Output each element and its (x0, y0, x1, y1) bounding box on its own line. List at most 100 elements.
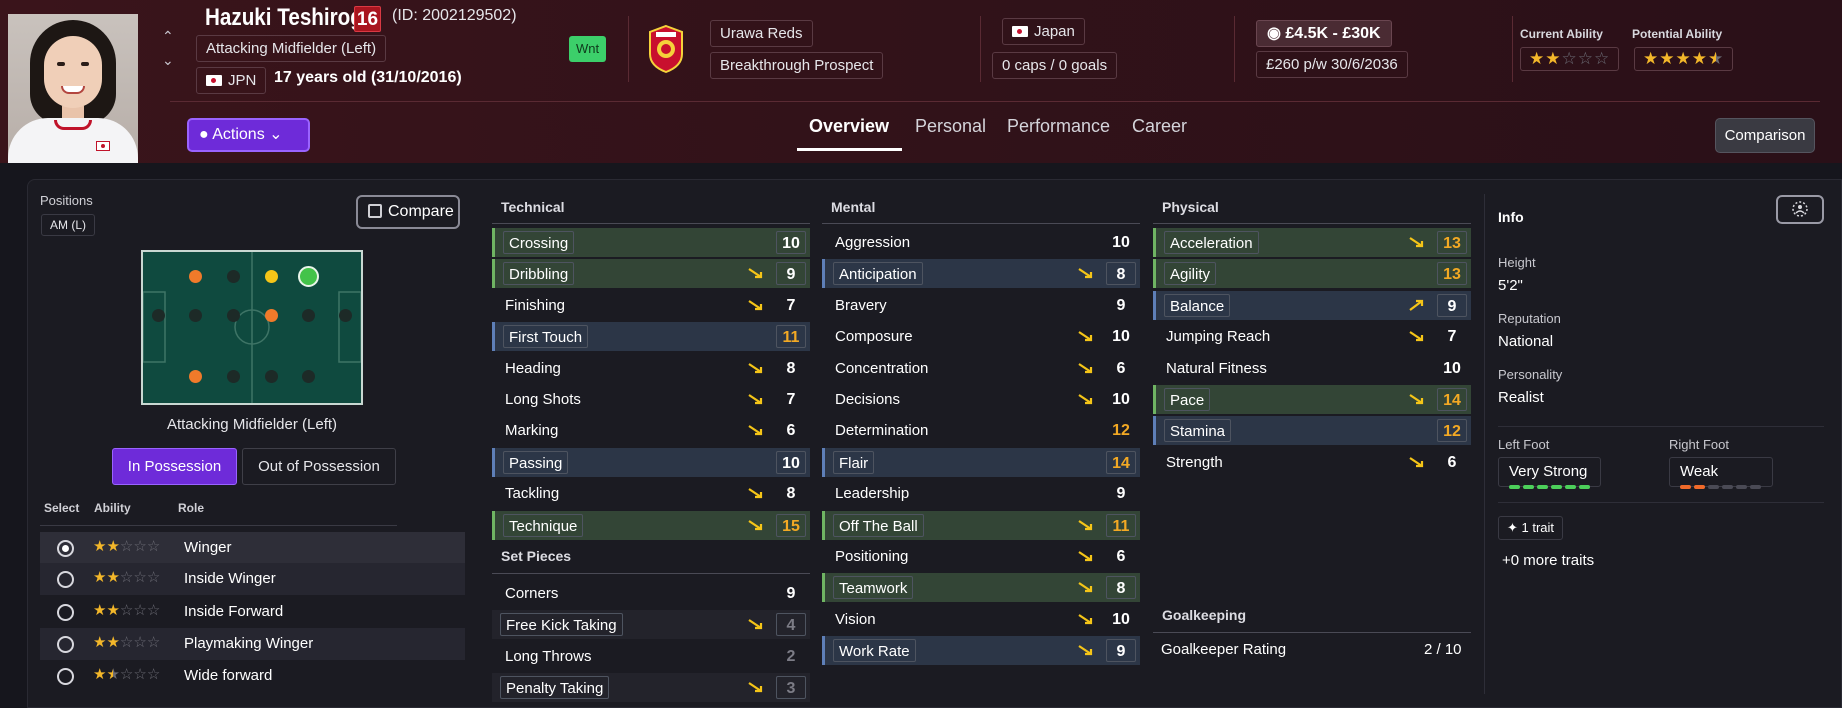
attribute-name: Determination (835, 422, 929, 440)
attribute-row[interactable]: Corners 9 (492, 579, 810, 608)
tab-performance[interactable]: Performance (1007, 116, 1110, 137)
attribute-row[interactable]: Acceleration 13 (1153, 228, 1471, 257)
comparison-button[interactable]: Comparison (1715, 118, 1815, 153)
role-row[interactable]: ★★☆☆☆ Wide forward (40, 660, 465, 692)
attribute-row[interactable]: Penalty Taking 3 (492, 673, 810, 703)
role-radio[interactable] (57, 604, 74, 621)
attribute-row[interactable]: Free Kick Taking 4 (492, 610, 810, 640)
role-name: Inside Winger (184, 570, 276, 587)
club-link[interactable]: Urawa Reds (710, 20, 813, 47)
attribute-name: Decisions (835, 391, 901, 408)
role-radio[interactable] (57, 636, 74, 653)
position-dot[interactable] (227, 270, 240, 283)
role-radio[interactable] (57, 571, 74, 588)
wage-box: £260 p/w 30/6/2036 (1256, 51, 1408, 78)
position-dot[interactable] (227, 370, 240, 383)
attribute-row[interactable]: Positioning 6 (822, 542, 1140, 571)
attribute-row[interactable]: Composure 10 (822, 322, 1140, 351)
position-dot[interactable] (152, 309, 165, 322)
position-dot[interactable] (265, 370, 278, 383)
role-ability-stars: ★★☆☆☆ (93, 538, 161, 555)
attribute-row[interactable]: Natural Fitness 10 (1153, 354, 1471, 383)
role-row[interactable]: ★★☆☆☆ Playmaking Winger (40, 628, 465, 660)
role-row[interactable]: ★★☆☆☆ Inside Forward (40, 596, 465, 628)
attribute-row[interactable]: Technique 15 (492, 510, 810, 540)
previous-player-chevron-up-icon[interactable]: ⌃ (162, 28, 174, 45)
header-separator (628, 16, 629, 82)
attribute-row[interactable]: Pace 14 (1153, 385, 1471, 414)
tab-career[interactable]: Career (1132, 116, 1187, 137)
set-pieces-divider (492, 573, 810, 574)
foot-meter-segment (1680, 485, 1691, 489)
attribute-row[interactable]: Dribbling 9 (492, 259, 810, 289)
attribute-row[interactable]: Concentration 6 (822, 354, 1140, 383)
nationality-box[interactable]: JPN (196, 67, 267, 94)
role-ability-stars: ★★☆☆☆ (93, 602, 161, 619)
selected-position-dot[interactable] (298, 266, 319, 287)
left-foot-box: Very Strong (1498, 457, 1601, 489)
attribute-row[interactable]: Strength 6 (1153, 448, 1471, 477)
attribute-row[interactable]: Jumping Reach 7 (1153, 322, 1471, 351)
position-dot[interactable] (265, 309, 278, 322)
position-dot[interactable] (265, 270, 278, 283)
position-dot[interactable] (339, 309, 352, 322)
attribute-row[interactable]: Finishing 7 (492, 291, 810, 320)
tab-overview[interactable]: Overview (809, 116, 889, 137)
country-link[interactable]: Japan (1002, 18, 1085, 45)
attribute-row[interactable]: Tackling 8 (492, 479, 810, 508)
role-radio[interactable] (57, 540, 74, 557)
attribute-row[interactable]: Flair 14 (822, 447, 1140, 477)
out-of-possession-toggle[interactable]: Out of Possession (242, 448, 396, 485)
right-foot-box: Weak (1669, 457, 1773, 489)
foot-meter-segment (1750, 485, 1761, 489)
role-row[interactable]: ★★☆☆☆ Winger (40, 532, 465, 564)
attribute-row[interactable]: Agility 13 (1153, 259, 1471, 289)
traits-button[interactable]: ✦ 1 trait (1498, 516, 1564, 540)
tab-personal[interactable]: Personal (915, 116, 986, 137)
attribute-row[interactable]: Crossing 10 (492, 228, 810, 257)
attribute-row[interactable]: Decisions 10 (822, 385, 1140, 414)
position-dot[interactable] (302, 309, 315, 322)
attribute-row[interactable]: First Touch 11 (492, 322, 810, 352)
position-dot[interactable] (189, 370, 202, 383)
actions-button[interactable]: ● Actions ⌄ (187, 118, 310, 152)
attribute-row[interactable]: Leadership 9 (822, 479, 1140, 508)
info-settings-button[interactable] (1776, 195, 1824, 224)
more-traits-link[interactable]: +0 more traits (1502, 552, 1594, 569)
attribute-row[interactable]: Off The Ball 11 (822, 510, 1140, 540)
value-badge[interactable]: ◉ £4.5K - £30K (1256, 20, 1392, 47)
club-name: Urawa Reds (720, 25, 803, 42)
attribute-row[interactable]: Heading 8 (492, 354, 810, 383)
attribute-row[interactable]: Stamina 12 (1153, 416, 1471, 446)
attribute-row[interactable]: Vision 10 (822, 605, 1140, 634)
urawa-reds-crest-icon[interactable] (647, 24, 685, 74)
attribute-row[interactable]: Anticipation 8 (822, 259, 1140, 289)
attribute-row[interactable]: Teamwork 8 (822, 573, 1140, 603)
position-dot[interactable] (227, 309, 240, 322)
role-radio[interactable] (57, 668, 74, 685)
goalkeeper-rating-value: 2 / 10 (1424, 641, 1462, 658)
compare-button[interactable]: Compare (356, 195, 460, 229)
attribute-row[interactable]: Bravery 9 (822, 291, 1140, 320)
attribute-row[interactable]: Balance 9 (1153, 290, 1471, 320)
position-pitch[interactable] (141, 250, 363, 405)
attribute-row[interactable]: Aggression 10 (822, 228, 1140, 257)
role-row[interactable]: ★★☆☆☆ Inside Winger (40, 563, 465, 595)
position-dot[interactable] (189, 270, 202, 283)
next-player-chevron-down-icon[interactable]: ⌄ (162, 52, 174, 69)
attribute-row[interactable]: Long Throws 2 (492, 642, 810, 671)
attribute-row[interactable]: Passing 10 (492, 447, 810, 477)
position-dot[interactable] (189, 309, 202, 322)
attribute-row[interactable]: Long Shots 7 (492, 385, 810, 414)
position-dot[interactable] (302, 370, 315, 383)
attribute-row[interactable]: Work Rate 9 (822, 636, 1140, 666)
position-tag: AM (L) (41, 214, 95, 236)
goalkeeping-divider (1153, 632, 1471, 633)
header-separator (1512, 16, 1513, 82)
roles-divider (40, 525, 397, 526)
attribute-row[interactable]: Determination 12 (822, 416, 1140, 445)
in-possession-toggle[interactable]: In Possession (112, 448, 237, 485)
attribute-row[interactable]: Marking 6 (492, 416, 810, 445)
foot-meter-segment (1722, 485, 1733, 489)
foot-meter-segment (1565, 485, 1576, 489)
